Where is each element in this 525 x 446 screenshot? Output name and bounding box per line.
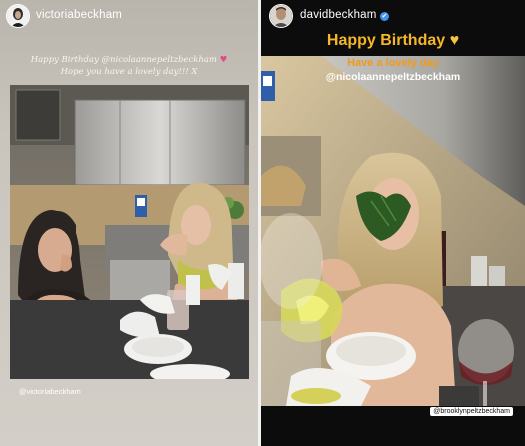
story-victoriabeckham: victoriabeckham Happy Birthday @nicolaan… bbox=[0, 0, 258, 446]
caption-text: Happy Birthday bbox=[30, 55, 102, 65]
kitchen-dinner-photo bbox=[10, 85, 249, 379]
caption-mention[interactable]: @nicolaannepeltzbeckham bbox=[102, 55, 217, 65]
verified-badge-icon: ✔ bbox=[380, 12, 389, 21]
story-title: Happy Birthday ♥ bbox=[261, 32, 525, 50]
story-photo bbox=[261, 56, 525, 406]
story-caption-line-1: Happy Birthday @nicolaannepeltzbeckham ♥ bbox=[0, 55, 258, 65]
avatar[interactable] bbox=[6, 4, 30, 28]
story-caption-line-2: Hope you have a lovely day!!! X bbox=[60, 67, 198, 77]
avatar[interactable] bbox=[269, 4, 293, 28]
story-mention[interactable]: @nicolaannepeltzbeckham bbox=[261, 71, 525, 83]
avatar-photo bbox=[270, 5, 292, 27]
heart-icon: ♥ bbox=[216, 55, 228, 65]
heart-icon: ♥ bbox=[449, 32, 460, 49]
username[interactable]: victoriabeckham bbox=[36, 9, 122, 21]
story-tag[interactable]: @brooklynpeltzbeckham bbox=[430, 407, 513, 416]
title-text: Happy Birthday bbox=[326, 32, 446, 49]
story-photo bbox=[10, 85, 249, 379]
username[interactable]: davidbeckham bbox=[300, 9, 377, 21]
dinner-photo bbox=[261, 56, 525, 406]
avatar-photo bbox=[7, 5, 29, 27]
story-tag[interactable]: @victoriabeckham bbox=[19, 387, 81, 396]
story-subtitle: Have a lovely day bbox=[347, 57, 439, 69]
story-davidbeckham: davidbeckham ✔ Happy Birthday ♥ Have a l… bbox=[261, 0, 525, 446]
